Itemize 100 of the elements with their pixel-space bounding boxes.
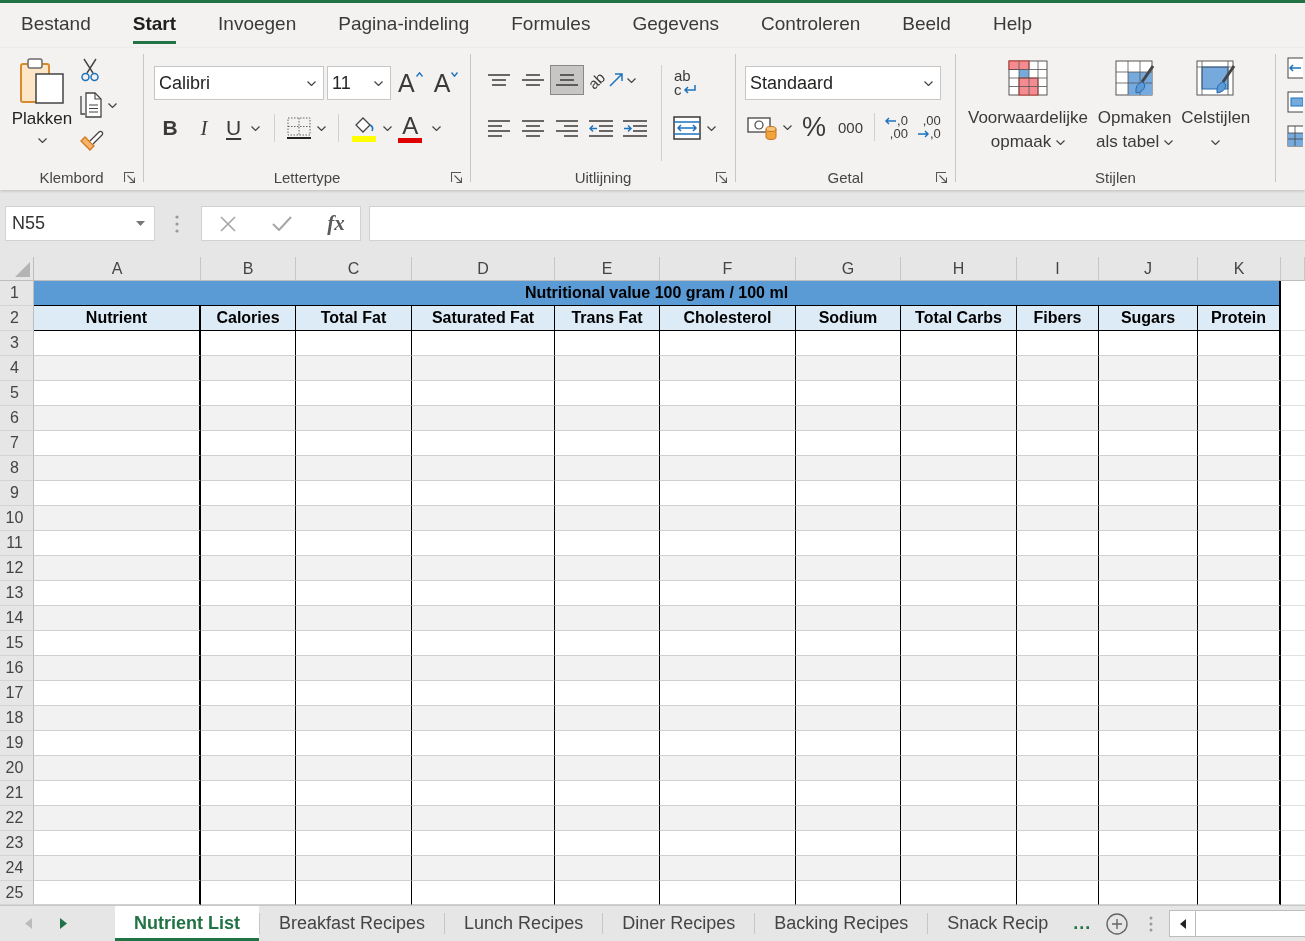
column-heading: Sodium	[796, 306, 901, 331]
paintbrush-icon	[80, 128, 104, 152]
menu-tab[interactable]: Beeld	[881, 3, 972, 48]
formula-bar-field[interactable]	[369, 206, 1305, 241]
conditional-styles-button[interactable]: Voorwaardelijke opmaak	[966, 60, 1090, 154]
column-header[interactable]: I	[1017, 257, 1099, 281]
row-header[interactable]: 25	[0, 881, 34, 905]
row-header[interactable]: 17	[0, 681, 34, 706]
font-size-dropdown[interactable]: 11	[327, 66, 391, 100]
align-bottom-button[interactable]	[550, 65, 584, 95]
row-header[interactable]: 2	[0, 306, 34, 331]
column-header[interactable]: F	[660, 257, 796, 281]
row-header[interactable]: 18	[0, 706, 34, 731]
column-heading: Saturated Fat	[412, 306, 555, 331]
row-header[interactable]: 10	[0, 506, 34, 531]
group-label: Stijlen	[1095, 168, 1136, 186]
menu-tab[interactable]: Pagina-indeling	[317, 3, 491, 48]
grow-font-button[interactable]: A	[394, 66, 427, 100]
column-header[interactable]: E	[555, 257, 660, 281]
more-sheets-button[interactable]: ...	[1067, 906, 1098, 941]
insert-cells-button[interactable]	[1285, 56, 1305, 80]
merge-button[interactable]	[671, 113, 718, 143]
column-header[interactable]: J	[1099, 257, 1198, 281]
caret-down-icon	[451, 72, 459, 77]
triangle-icon	[15, 262, 30, 277]
menu-tab[interactable]: Invoegen	[197, 3, 318, 48]
menu-tab[interactable]: Bestand	[0, 3, 112, 48]
paste-button[interactable]: Plakken	[6, 58, 78, 143]
scroll-left-button[interactable]	[1169, 910, 1197, 937]
delete-cells-button[interactable]	[1285, 90, 1305, 114]
column-header[interactable]: K	[1198, 257, 1281, 281]
column-header[interactable]: C	[296, 257, 412, 281]
sheet-tab[interactable]: Lunch Recipes	[445, 906, 603, 941]
column-heading: Fibers	[1017, 306, 1099, 331]
column-header[interactable]: B	[201, 257, 296, 281]
row-header[interactable]: 4	[0, 356, 34, 381]
wrap-text-button[interactable]: ab c	[671, 65, 718, 101]
menu-tab[interactable]: Start	[111, 3, 198, 48]
borders-button[interactable]	[285, 114, 329, 142]
row-header[interactable]: 9	[0, 481, 34, 506]
menu-tab[interactable]: Help	[971, 3, 1053, 48]
copy-button[interactable]	[78, 93, 119, 117]
row-header[interactable]: 19	[0, 731, 34, 756]
dialog-launcher-button[interactable]	[123, 170, 136, 184]
insert-function-button[interactable]: fx	[324, 211, 348, 236]
dialog-launcher-button[interactable]	[935, 170, 948, 184]
sheet-tab[interactable]: Snack Recip	[928, 906, 1068, 941]
italic-button[interactable]: I	[188, 114, 220, 142]
table-styles-button[interactable]: Opmaken als tabel	[1094, 60, 1176, 154]
percent-button[interactable]: %	[798, 113, 830, 141]
decrease-decimal-button[interactable]: ,00 ,0	[914, 112, 944, 142]
row-header[interactable]: 8	[0, 456, 34, 481]
column-header[interactable]: D	[412, 257, 555, 281]
row-header[interactable]: 1	[0, 281, 34, 306]
row-header[interactable]: 16	[0, 656, 34, 681]
menu-tab[interactable]: Controleren	[740, 3, 882, 48]
menu-tab[interactable]: Gegevens	[611, 3, 741, 48]
bold-button[interactable]: B	[154, 114, 186, 142]
underline-button[interactable]: U	[222, 114, 265, 142]
row-header[interactable]: 7	[0, 431, 34, 456]
row-header[interactable]: 11	[0, 531, 34, 556]
dialog-launcher-button[interactable]	[450, 170, 463, 184]
column-header[interactable]: G	[796, 257, 901, 281]
column-heading: Nutrient	[34, 306, 201, 331]
sheet-tab[interactable]: Breakfast Recipes	[260, 906, 445, 941]
row-header[interactable]: 22	[0, 806, 34, 831]
corner-arrow-icon	[936, 171, 947, 183]
row-header[interactable]: 13	[0, 581, 34, 606]
row-header[interactable]: 20	[0, 756, 34, 781]
name-box[interactable]: N55	[5, 206, 155, 241]
caret-icon	[317, 125, 327, 131]
column-header[interactable]: A	[34, 257, 201, 281]
align-right-icon	[556, 119, 578, 137]
align-center-icon	[522, 119, 544, 137]
row-header[interactable]: 21	[0, 781, 34, 806]
number-format-dropdown[interactable]: Standaard	[745, 66, 941, 100]
row-header[interactable]: 23	[0, 831, 34, 856]
row-header[interactable]: 3	[0, 331, 34, 356]
thousands-separator-button[interactable]: 000	[834, 113, 868, 141]
sheet-tab[interactable]: Backing Recipes	[755, 906, 928, 941]
sheet-tab[interactable]: Nutrient List	[115, 906, 259, 941]
increase-decimal-button[interactable]: ,0 ,00	[882, 112, 911, 142]
sheet-tab[interactable]: Diner Recipes	[603, 906, 755, 941]
orientation-button[interactable]: ab	[584, 65, 640, 95]
font-color-button[interactable]: A	[396, 112, 444, 144]
column-header[interactable]: H	[901, 257, 1017, 281]
menu-tab[interactable]: Formules	[490, 3, 612, 48]
row-header[interactable]: 15	[0, 631, 34, 656]
font-name-dropdown[interactable]: Calibri	[154, 66, 324, 100]
format-cells-button[interactable]	[1285, 124, 1305, 148]
cell-styles-button[interactable]: Celstijlen	[1179, 60, 1253, 154]
row-header[interactable]: 6	[0, 406, 34, 431]
shrink-font-button[interactable]: A	[429, 66, 463, 100]
row-header[interactable]: 12	[0, 556, 34, 581]
row-header[interactable]: 24	[0, 856, 34, 881]
column-heading: Sugars	[1099, 306, 1198, 331]
dialog-launcher-button[interactable]	[715, 170, 728, 184]
row-header[interactable]: 5	[0, 381, 34, 406]
row-header[interactable]: 14	[0, 606, 34, 631]
align-bottom-icon	[556, 74, 578, 86]
